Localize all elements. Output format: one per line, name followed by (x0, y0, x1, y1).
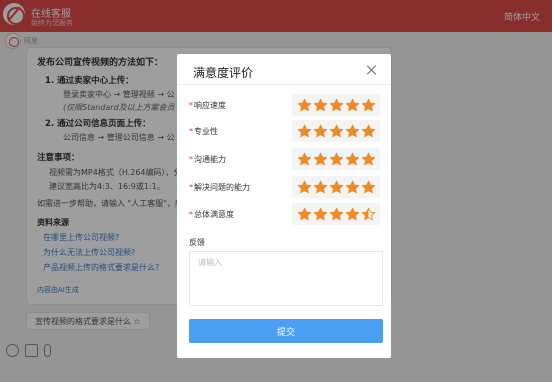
star-icon[interactable] (313, 98, 328, 113)
feedback-input[interactable] (189, 251, 383, 306)
rating-label: 总体满意度 (194, 210, 234, 219)
star-icon[interactable] (361, 207, 376, 222)
star-rating[interactable] (292, 176, 380, 198)
rating-label: 解决问题的能力 (194, 183, 250, 192)
rating-label: 沟通能力 (194, 155, 226, 164)
star-icon[interactable] (345, 180, 360, 195)
star-rating[interactable] (292, 203, 380, 225)
rating-row-problem-solving: *解决问题的能力 (189, 176, 383, 198)
divider (177, 84, 391, 85)
star-icon[interactable] (329, 207, 344, 222)
star-icon[interactable] (297, 180, 312, 195)
star-icon[interactable] (361, 180, 376, 195)
star-icon[interactable] (361, 98, 376, 113)
rating-row-professionalism: *专业性 (189, 120, 383, 142)
star-icon[interactable] (329, 124, 344, 139)
star-icon[interactable] (345, 152, 360, 167)
star-icon[interactable] (361, 152, 376, 167)
star-icon[interactable] (345, 98, 360, 113)
close-icon[interactable] (365, 63, 379, 77)
star-icon[interactable] (329, 180, 344, 195)
submit-button[interactable]: 提交 (189, 319, 383, 343)
feedback-label: 反馈 (189, 238, 205, 247)
star-icon[interactable] (297, 152, 312, 167)
star-icon[interactable] (345, 207, 360, 222)
rating-label: 响应速度 (194, 101, 226, 110)
modal-title: 满意度评价 (193, 66, 254, 80)
star-icon[interactable] (297, 124, 312, 139)
star-icon[interactable] (361, 124, 376, 139)
rating-row-overall: *总体满意度 (189, 203, 383, 225)
star-icon[interactable] (297, 98, 312, 113)
rating-label: 专业性 (194, 127, 218, 136)
star-icon[interactable] (329, 98, 344, 113)
star-rating[interactable] (292, 94, 380, 116)
star-icon[interactable] (345, 124, 360, 139)
star-icon[interactable] (329, 152, 344, 167)
star-icon[interactable] (313, 180, 328, 195)
star-icon[interactable] (297, 207, 312, 222)
star-icon[interactable] (313, 124, 328, 139)
star-rating[interactable] (292, 120, 380, 142)
star-icon[interactable] (313, 207, 328, 222)
satisfaction-modal: 满意度评价 *响应速度 *专业性 *沟通能力 *解决问题的能力 *总体满意度 反… (177, 54, 391, 358)
star-icon[interactable] (313, 152, 328, 167)
rating-row-response-speed: *响应速度 (189, 94, 383, 116)
star-rating[interactable] (292, 148, 380, 170)
rating-row-communication: *沟通能力 (189, 148, 383, 170)
